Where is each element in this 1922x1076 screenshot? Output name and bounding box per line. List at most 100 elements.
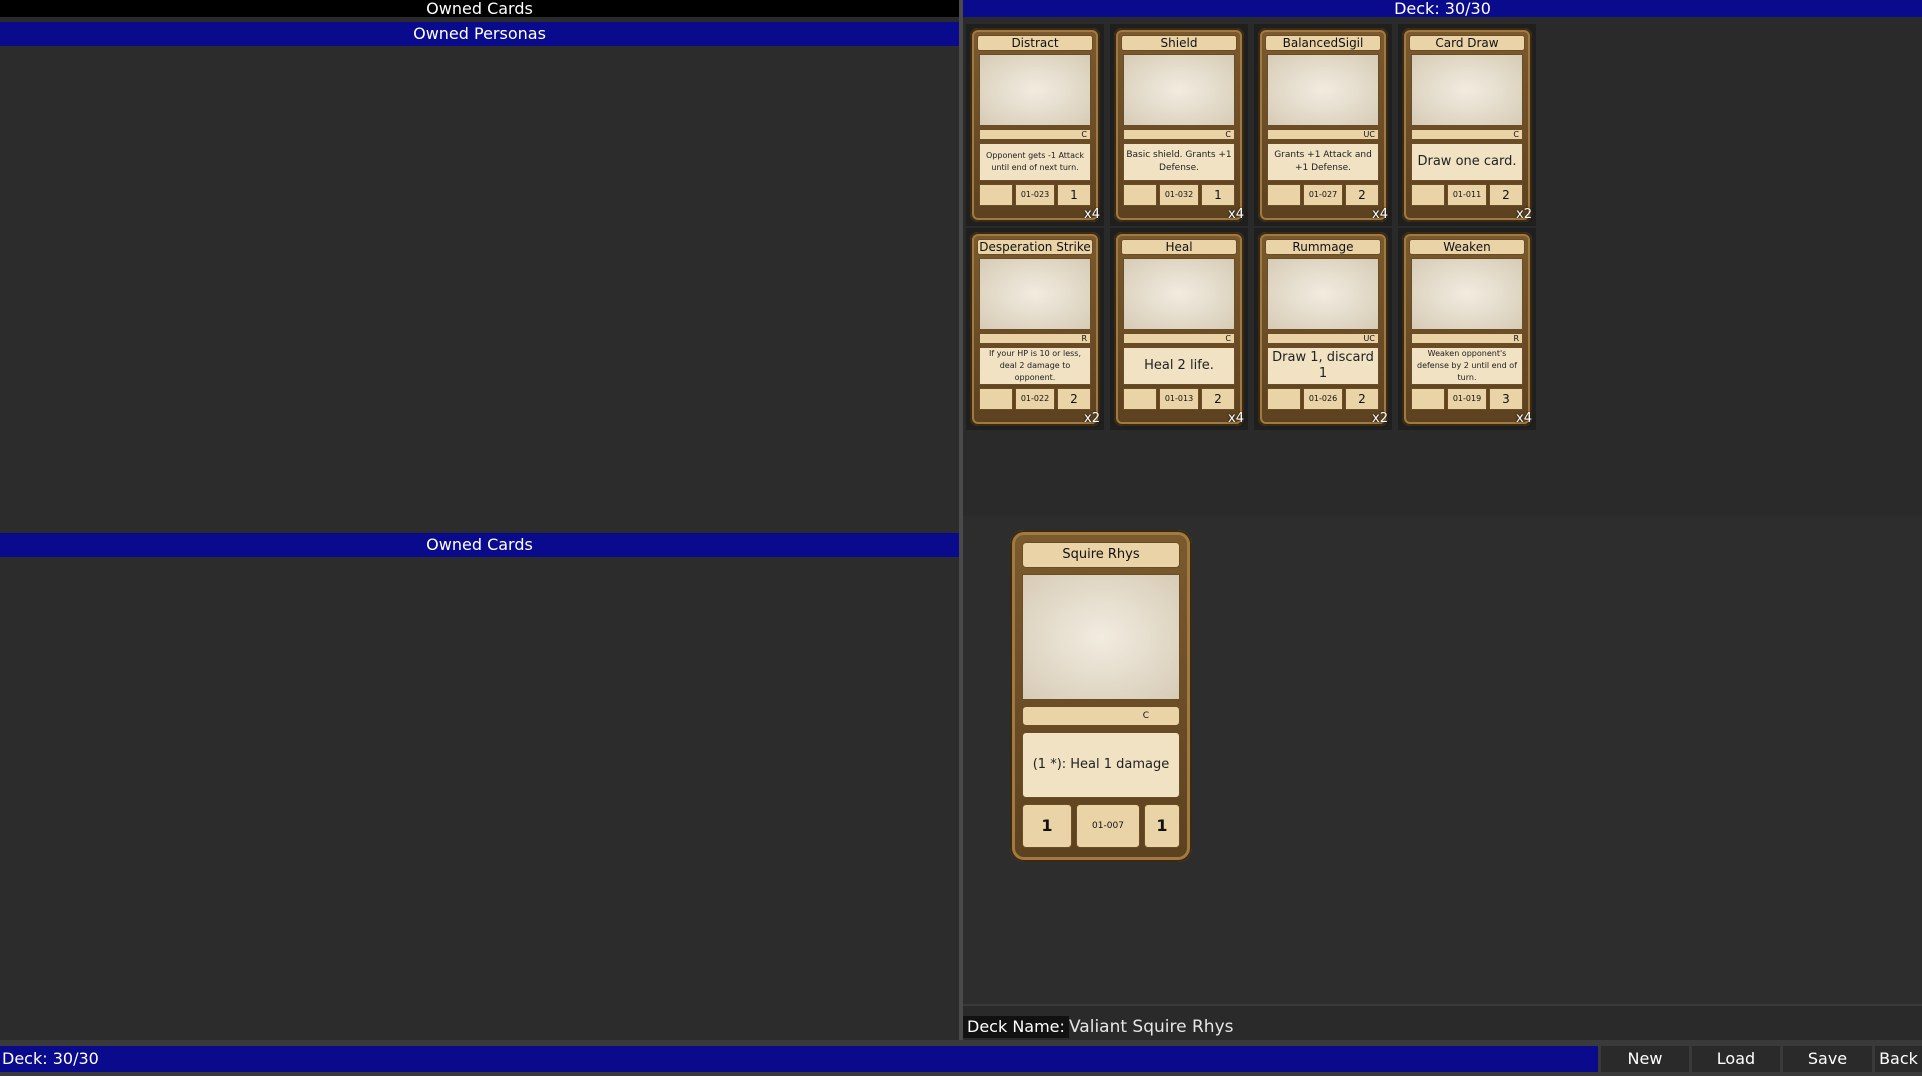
- card-text-content: Weaken opponent's defense by 2 until end…: [1416, 349, 1518, 382]
- card-title: Card Draw: [1409, 35, 1525, 51]
- new-deck-button[interactable]: New Deck: [1601, 1046, 1689, 1076]
- card-count: x2: [1084, 411, 1100, 426]
- card-id: 01-032: [1159, 184, 1199, 206]
- card-text: Draw one card.: [1411, 143, 1523, 181]
- deck-card-slot[interactable]: Distract C Opponent gets -1 Attack until e…: [966, 24, 1104, 226]
- card-title: Shield: [1121, 35, 1237, 51]
- persona-card-title: Squire Rhys: [1022, 542, 1180, 568]
- card-cost: 2: [1345, 388, 1379, 410]
- deck-card-slot[interactable]: Rummage UC Draw 1, discard 1 01-026 2 x2: [1254, 228, 1392, 430]
- deck-card-slot[interactable]: Shield C Basic shield. Grants +1 Defense. 0…: [1110, 24, 1248, 226]
- card-id: 01-027: [1303, 184, 1343, 206]
- persona-card-left-stat: 1: [1022, 804, 1072, 848]
- persona-card-id: 01-007: [1076, 804, 1140, 848]
- card-rarity: UC: [1267, 129, 1379, 140]
- persona-card-right-stat: 1: [1144, 804, 1180, 848]
- card-rarity: C: [979, 129, 1091, 140]
- card-text-content: Opponent gets -1 Attack until end of nex…: [986, 151, 1084, 172]
- deck-card: Desperation Strike R If your HP is 10 or l…: [970, 232, 1100, 426]
- card-text-content: If your HP is 10 or less, deal 2 damage …: [988, 349, 1082, 382]
- deck-card-slot[interactable]: Card Draw C Draw one card. 01-011 2 x2: [1398, 24, 1536, 226]
- card-text-content: Heal 2 life.: [1144, 358, 1214, 373]
- owned-personas-header: Owned Personas: [0, 22, 959, 46]
- card-text: Weaken opponent's defense by 2 until end…: [1411, 347, 1523, 385]
- card-count: x4: [1372, 207, 1388, 222]
- card-text-content: Basic shield. Grants +1 Defense.: [1126, 150, 1232, 173]
- deck-name-input[interactable]: Valiant Squire Rhys: [1069, 1016, 1234, 1038]
- persona-card-text: (1 *): Heal 1 damage: [1022, 732, 1180, 798]
- deck-card: Card Draw C Draw one card. 01-011 2: [1402, 28, 1532, 222]
- card-left-stat: [1267, 184, 1301, 206]
- card-count: x2: [1372, 411, 1388, 426]
- card-rarity: C: [1123, 129, 1235, 140]
- card-count: x4: [1228, 411, 1244, 426]
- card-rarity: UC: [1267, 333, 1379, 344]
- persona-card-rarity: C: [1022, 706, 1180, 726]
- card-count: x4: [1228, 207, 1244, 222]
- deck-name-row: Deck Name: Valiant Squire Rhys: [963, 1004, 1922, 1040]
- card-cost: 1: [1057, 184, 1091, 206]
- deck-card: Rummage UC Draw 1, discard 1 01-026 2: [1258, 232, 1388, 426]
- deck-card-slot[interactable]: Heal C Heal 2 life. 01-013 2 x4: [1110, 228, 1248, 430]
- deck-card-slot[interactable]: Desperation Strike R If your HP is 10 or l…: [966, 228, 1104, 430]
- owned-personas-list[interactable]: [0, 46, 959, 532]
- load-deck-button[interactable]: Load Deck: [1692, 1046, 1780, 1076]
- deck-name-label: Deck Name:: [963, 1016, 1069, 1038]
- card-art: [979, 258, 1091, 330]
- card-text-content: Grants +1 Attack and +1 Defense.: [1274, 150, 1372, 173]
- card-art: [979, 54, 1091, 126]
- card-text-content: Draw 1, discard 1: [1272, 350, 1374, 381]
- card-cost: 1: [1201, 184, 1235, 206]
- deck-card: Distract C Opponent gets -1 Attack until e…: [970, 28, 1100, 222]
- deck-card-slot[interactable]: Weaken R Weaken opponent's defense by 2 un…: [1398, 228, 1536, 430]
- card-title: Desperation Strike: [977, 239, 1093, 255]
- deck-card-grid[interactable]: Distract C Opponent gets -1 Attack until e…: [963, 17, 1922, 514]
- card-left-stat: [1267, 388, 1301, 410]
- card-title: BalancedSigil: [1265, 35, 1381, 51]
- card-text: If your HP is 10 or less, deal 2 damage …: [979, 347, 1091, 385]
- owned-cards-header: Owned Cards: [0, 0, 959, 17]
- card-id: 01-019: [1447, 388, 1487, 410]
- card-id: 01-023: [1015, 184, 1055, 206]
- card-text-content: Draw one card.: [1417, 154, 1517, 169]
- card-art: [1411, 54, 1523, 126]
- back-button[interactable]: Back: [1875, 1046, 1922, 1072]
- deck-builder-screen: Owned Cards Deck: 30/30 Owned Personas O…: [0, 0, 1922, 1076]
- card-title: Rummage: [1265, 239, 1381, 255]
- card-rarity: R: [979, 333, 1091, 344]
- card-left-stat: [979, 388, 1013, 410]
- card-id: 01-013: [1159, 388, 1199, 410]
- card-title: Weaken: [1409, 239, 1525, 255]
- card-art: [1267, 54, 1379, 126]
- persona-card[interactable]: Squire Rhys C (1 *): Heal 1 damage 1 01-…: [1010, 530, 1192, 862]
- card-text: Heal 2 life.: [1123, 347, 1235, 385]
- card-id: 01-026: [1303, 388, 1343, 410]
- card-id: 01-022: [1015, 388, 1055, 410]
- card-left-stat: [1123, 388, 1157, 410]
- card-cost: 2: [1201, 388, 1235, 410]
- card-count: x4: [1516, 411, 1532, 426]
- card-left-stat: [1411, 184, 1445, 206]
- card-art: [1411, 258, 1523, 330]
- owned-cards-section-header: Owned Cards: [0, 533, 959, 557]
- card-cost: 2: [1057, 388, 1091, 410]
- card-rarity: C: [1123, 333, 1235, 344]
- deck-card: Weaken R Weaken opponent's defense by 2 un…: [1402, 232, 1532, 426]
- deck-card: BalancedSigil UC Grants +1 Attack and +1 D…: [1258, 28, 1388, 222]
- card-title: Heal: [1121, 239, 1237, 255]
- deck-card: Heal C Heal 2 life. 01-013 2: [1114, 232, 1244, 426]
- owned-cards-list[interactable]: [0, 557, 959, 1040]
- card-cost: 2: [1489, 184, 1523, 206]
- card-text: Grants +1 Attack and +1 Defense.: [1267, 143, 1379, 181]
- card-left-stat: [1411, 388, 1445, 410]
- deck-count-header: Deck: 30/30: [963, 0, 1922, 17]
- card-art: [1267, 258, 1379, 330]
- deck-status: Deck: 30/30: [0, 1046, 1598, 1072]
- save-deck-button[interactable]: Save Deck: [1783, 1046, 1872, 1076]
- deck-card-slot[interactable]: BalancedSigil UC Grants +1 Attack and +1 D…: [1254, 24, 1392, 226]
- card-cost: 3: [1489, 388, 1523, 410]
- card-cost: 2: [1345, 184, 1379, 206]
- deck-card: Shield C Basic shield. Grants +1 Defense. 0…: [1114, 28, 1244, 222]
- card-left-stat: [1123, 184, 1157, 206]
- card-text: Basic shield. Grants +1 Defense.: [1123, 143, 1235, 181]
